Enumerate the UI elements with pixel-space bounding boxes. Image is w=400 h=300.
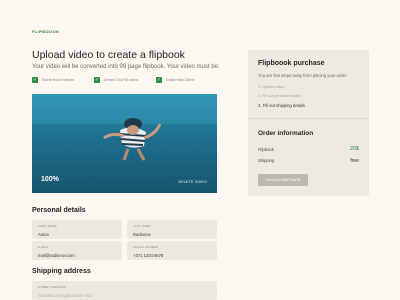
requirement-label: Smaller than 150mb: [166, 78, 195, 82]
order-row-value: free: [350, 157, 359, 164]
phone-field[interactable]: PHONE NUMBER +371 1234 5678: [127, 241, 217, 260]
order-info-heading: Order information: [258, 130, 314, 137]
checkmark-icon: ✓: [94, 77, 100, 83]
field-value: Anton: [38, 232, 49, 237]
requirement-item: ✓ Smaller than 150mb: [156, 77, 195, 83]
street-address-placeholder: Gustava Zemgala Gatve 80/2: [38, 293, 93, 298]
field-value: +371 1234 5678: [133, 253, 164, 258]
field-value: mail@radionov.com: [38, 253, 75, 258]
requirement-item: ✓ Shorter than 5 minutes: [32, 77, 74, 83]
order-row-value: 20$: [349, 146, 359, 152]
swimmer-thumbnail: [32, 94, 217, 193]
step-upload: 1. Upload video: [258, 85, 285, 89]
field-label: FIRST NAME: [38, 224, 57, 228]
first-name-field[interactable]: FIRST NAME Anton: [32, 220, 122, 239]
purchase-panel: Flipboook purchase You are few steps awa…: [248, 50, 369, 196]
brand-logo[interactable]: FLIPBOOOK: [32, 29, 59, 34]
field-label: E-MAIL: [38, 245, 49, 249]
order-row-flipbook: Flipbook 20$: [258, 146, 359, 152]
video-preview[interactable]: 100% DELETE VIDEO: [32, 94, 217, 193]
delete-video-button[interactable]: DELETE VIDEO: [178, 180, 207, 184]
order-row-label: Flipbook: [258, 147, 274, 152]
requirement-label: At least 720p HD videos: [104, 78, 139, 82]
field-label: LAST NAME: [133, 224, 151, 228]
purchase-subtitle: You are few steps away from placing your…: [258, 73, 347, 78]
order-row-shipping: Shipping free: [258, 157, 359, 164]
checkout-paypal-button[interactable]: Checkout with PayPal: [258, 174, 308, 186]
requirements-list: ✓ Shorter than 5 minutes ✓ At least 720p…: [32, 77, 218, 87]
checkmark-icon: ✓: [32, 77, 38, 83]
upload-subtitle: Your video will be converted into 99 pag…: [32, 64, 220, 70]
personal-details-heading: Personal details: [32, 207, 86, 214]
shipping-address-heading: Shipping address: [32, 268, 91, 275]
purchase-heading: Flipboook purchase: [258, 60, 325, 67]
last-name-field[interactable]: LAST NAME Radionov: [127, 220, 217, 239]
email-field[interactable]: E-MAIL mail@radionov.com: [32, 241, 122, 260]
street-address-field[interactable]: STREET ADDRESS Gustava Zemgala Gatve 80/…: [32, 281, 217, 300]
field-label: PHONE NUMBER: [133, 245, 159, 249]
field-label: STREET ADDRESS: [38, 285, 66, 289]
checkmark-icon: ✓: [156, 77, 162, 83]
upload-progress-label: 100%: [41, 176, 59, 183]
requirement-item: ✓ At least 720p HD videos: [94, 77, 138, 83]
order-row-label: Shipping: [258, 158, 275, 163]
field-value: Radionov: [133, 232, 151, 237]
divider: [248, 118, 369, 119]
step-shipping: 3. Fill out shipping details: [258, 103, 306, 108]
requirement-label: Shorter than 5 minutes: [42, 78, 75, 82]
page-title: Upload video to create a flipbook: [32, 49, 185, 61]
step-personal: 2. Fill out personal details: [258, 94, 302, 98]
